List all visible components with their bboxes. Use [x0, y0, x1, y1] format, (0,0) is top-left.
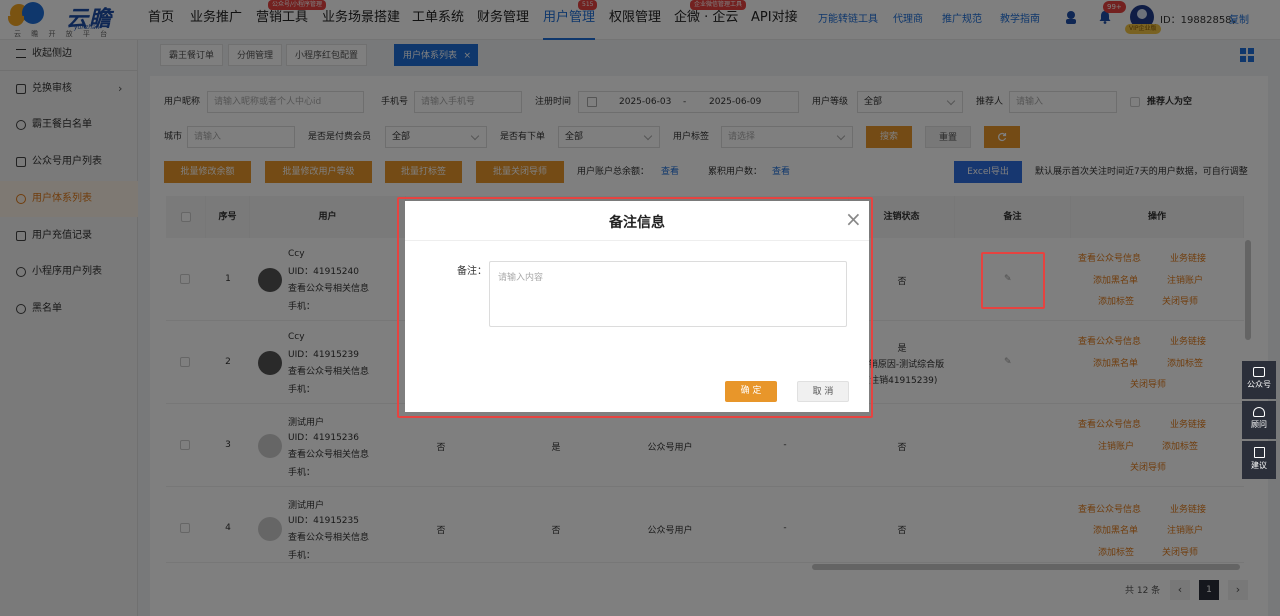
float-tool-label: 建议	[1251, 461, 1267, 470]
dialog-title: 备注信息	[609, 215, 665, 231]
remark-label: 备注：	[457, 266, 487, 277]
remark-cell-highlight	[981, 252, 1045, 309]
confirm-button[interactable]: 确 定	[725, 381, 777, 402]
headset-icon	[1253, 407, 1265, 417]
dialog-header: 备注信息 ×	[405, 201, 869, 241]
float-tool-oa[interactable]: 公众号	[1242, 361, 1276, 399]
dialog-close-icon[interactable]: ×	[845, 209, 862, 229]
remark-dialog: 备注信息 × 备注： 请输入内容 确 定 取 消	[405, 201, 869, 412]
float-tool-label: 公众号	[1247, 380, 1271, 389]
edit-icon	[1253, 447, 1265, 458]
float-tool-advisor[interactable]: 顾问	[1242, 401, 1276, 439]
remark-textarea[interactable]: 请输入内容	[489, 261, 847, 327]
cancel-button[interactable]: 取 消	[797, 381, 849, 402]
float-tool-feedback[interactable]: 建议	[1242, 441, 1276, 479]
remark-placeholder: 请输入内容	[498, 273, 544, 283]
chat-icon	[1253, 367, 1265, 377]
float-tool-label: 顾问	[1251, 420, 1267, 429]
